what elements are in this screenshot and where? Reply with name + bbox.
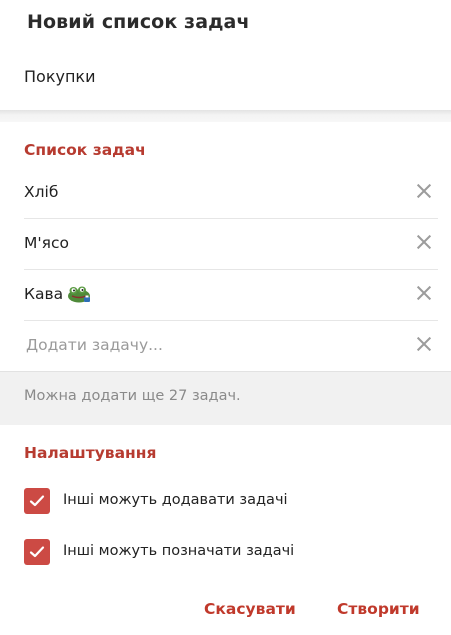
dialog-header: Новий список задач Покупки xyxy=(0,0,451,112)
task-text[interactable]: Хліб xyxy=(24,183,58,201)
settings-section-title: Налаштування xyxy=(24,444,157,462)
task-text-wrapper[interactable]: Кава xyxy=(24,285,91,303)
remaining-tasks-hint: Можна додати ще 27 задач. xyxy=(0,371,451,425)
frog-sticker-icon xyxy=(67,285,91,303)
task-text: Кава xyxy=(24,285,64,303)
remove-task-icon[interactable] xyxy=(416,183,432,199)
remove-task-icon[interactable] xyxy=(416,234,432,250)
remove-task-icon[interactable] xyxy=(416,285,432,301)
header-divider xyxy=(0,110,451,122)
dialog-title: Новий список задач xyxy=(27,11,250,33)
list-name-field[interactable]: Покупки xyxy=(24,67,95,86)
checkbox-checked[interactable] xyxy=(24,488,50,514)
checkbox-checked[interactable] xyxy=(24,539,50,565)
task-row[interactable]: М'ясо xyxy=(24,219,438,270)
new-task-row[interactable]: Додати задачу... xyxy=(24,321,438,372)
task-text[interactable]: М'ясо xyxy=(24,234,69,252)
create-button[interactable]: Створити xyxy=(337,600,420,618)
new-task-input[interactable]: Додати задачу... xyxy=(26,336,163,354)
clear-input-icon[interactable] xyxy=(416,336,432,352)
task-row[interactable]: Хліб xyxy=(24,168,438,219)
task-row[interactable]: Кава xyxy=(24,270,438,321)
checkmark-icon xyxy=(29,546,45,558)
hint-text: Можна додати ще 27 задач. xyxy=(24,388,241,404)
option-label[interactable]: Інші можуть позначати задачі xyxy=(63,543,294,559)
tasks-section-title: Список задач xyxy=(24,141,146,159)
option-label[interactable]: Інші можуть додавати задачі xyxy=(63,492,288,508)
checkmark-icon xyxy=(29,495,45,507)
cancel-button[interactable]: Скасувати xyxy=(204,600,296,618)
